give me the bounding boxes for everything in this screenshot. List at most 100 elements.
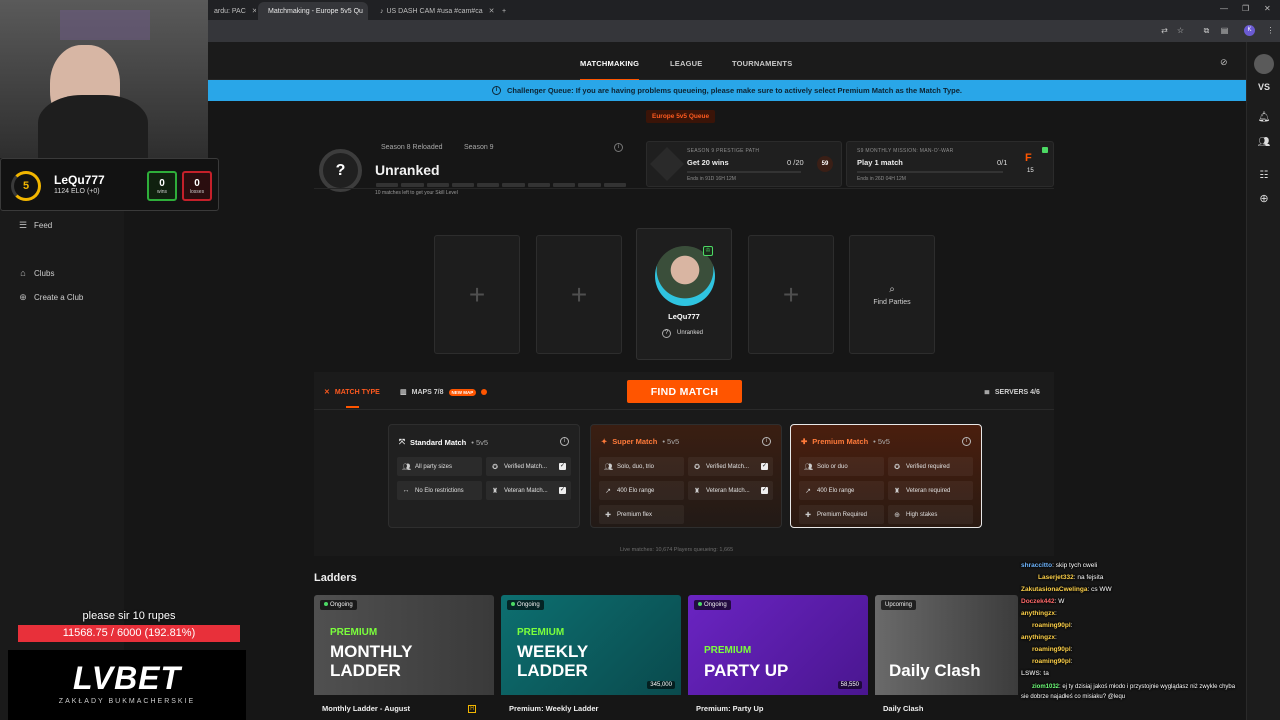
super-match-icon: ✦	[601, 437, 608, 446]
mission-card-monthly[interactable]: S9 MONTHLY MISSION: MAN-O'-WAR Play 1 ma…	[846, 141, 1054, 187]
feature-chip: ✚ Premium Required	[799, 505, 884, 524]
player-card[interactable]: ♔ LeQu777 ? Unranked	[636, 228, 732, 360]
mission-kicker: SEASON 9 PRESTIGE PATH	[687, 148, 760, 154]
ladder-prize-pool: 345,000	[647, 681, 675, 689]
close-tab-icon[interactable]: ✕	[363, 7, 368, 15]
checkbox-checked-icon[interactable]: ✓	[761, 463, 768, 470]
chat-message: ZakutasionaCwelinga: cs WW	[1021, 586, 1112, 593]
mission-goal: Get 20 wins	[687, 158, 729, 167]
ladder-status: Ongoing	[507, 600, 544, 610]
target-icon: ⊕	[894, 511, 900, 519]
new-tab-button[interactable]: +	[496, 2, 510, 20]
mission-progress-bar	[857, 171, 1003, 173]
bookmark-star-icon[interactable]: ☆	[1176, 26, 1185, 35]
mission-progress: 0/1	[997, 158, 1008, 167]
shield-off-icon[interactable]: ⊘	[1220, 57, 1228, 68]
browser-tab[interactable]: ardu: PAC ✕	[208, 2, 256, 20]
mission-ends: Ends in 91D 16H 12M	[687, 176, 736, 182]
close-window-icon[interactable]: ✕	[1264, 4, 1271, 13]
sidepanel-icon[interactable]: ▤	[1220, 26, 1229, 35]
trend-icon: ↗	[805, 487, 811, 495]
match-type-format: • 5v5	[662, 437, 680, 446]
premium-icon: ✚	[605, 511, 611, 519]
ladder-card-daily-clash[interactable]: Upcoming Daily Clash Daily Clash	[875, 595, 1018, 720]
add-player-slot[interactable]: +	[748, 235, 834, 354]
chat-message: roaming90pl:	[1032, 658, 1073, 665]
translate-icon[interactable]: ⇄	[1160, 26, 1169, 35]
browser-tab-active[interactable]: Matchmaking - Europe 5v5 Qu✕	[258, 2, 368, 20]
add-player-slot[interactable]: +	[434, 235, 520, 354]
mission-card-prestige[interactable]: SEASON 9 PRESTIGE PATH Get 20 wins 0 /20…	[646, 141, 842, 187]
tab-season-9[interactable]: Season 9	[464, 144, 494, 151]
tab-season-8[interactable]: Season 8 Reloaded	[381, 144, 443, 151]
extensions-icon[interactable]: ⧉	[1202, 26, 1211, 35]
feature-label: Veteran Match...	[504, 487, 548, 494]
menu-icon[interactable]: ⋮	[1266, 26, 1275, 35]
nav-matchmaking[interactable]: MATCHMAKING	[580, 59, 640, 81]
faceit-stats-widget: 5 LeQu777 1124 ELO (+0) 0 wins 0 losses	[0, 158, 219, 211]
nav-tournaments[interactable]: TOURNAMENTS	[732, 59, 792, 68]
ladder-name: Premium: Party Up	[696, 704, 764, 713]
ladder-card-party-up[interactable]: Ongoing PREMIUM PARTY UP 58,550 Premium:…	[688, 595, 868, 720]
feature-chip: 👥︎ Solo or duo	[799, 457, 884, 476]
add-player-slot[interactable]: +	[536, 235, 622, 354]
ladder-card-weekly[interactable]: Ongoing PREMIUM WEEKLY LADDER 345,000 Pre…	[501, 595, 681, 720]
party-icon[interactable]: ☷	[1247, 170, 1280, 181]
chat-message: roaming90pl:	[1032, 646, 1073, 653]
servers-tab[interactable]: ≣ SERVERS 4/6	[984, 388, 1040, 397]
feature-chip: ♜ Veteran Match... ✓	[486, 481, 571, 500]
match-type-super[interactable]: ✦ Super Match • 5v5 i 👥︎ Solo, duo, trio …	[590, 424, 782, 528]
mission-ends: Ends in 26D 04H 12M	[857, 176, 906, 182]
feature-chip: ⊕ High stakes	[888, 505, 973, 524]
info-icon[interactable]: i	[762, 437, 771, 446]
checkbox-checked-icon[interactable]: ✓	[559, 487, 566, 494]
vs-icon[interactable]: VS	[1247, 82, 1280, 92]
ladders-title: Ladders	[314, 572, 357, 584]
maximize-icon[interactable]: ❐	[1242, 4, 1249, 13]
info-icon[interactable]: i	[614, 143, 623, 152]
ladder-status: Ongoing	[320, 600, 357, 610]
feed-icon: ☰	[18, 220, 28, 230]
tab-title: Matchmaking - Europe 5v5 Qu	[268, 7, 363, 15]
find-parties-slot[interactable]: ⌕ Find Parties	[849, 235, 935, 354]
nav-league[interactable]: LEAGUE	[670, 59, 702, 68]
mission-goal: Play 1 match	[857, 158, 903, 167]
friends-icon[interactable]: 👥︎	[1247, 137, 1280, 148]
match-type-header: ✚ Premium Match • 5v5	[801, 437, 890, 446]
info-icon[interactable]: i	[560, 437, 569, 446]
feature-label: Verified Match...	[504, 463, 548, 470]
close-tab-icon[interactable]: ✕	[246, 7, 256, 15]
chat-message: ziom1032: ej ty dzisiaj jakoś młodo i pr…	[1032, 684, 1236, 690]
ladder-banner	[875, 595, 1018, 695]
ladder-card-monthly[interactable]: Ongoing PREMIUM MONTHLY LADDER Monthly La…	[314, 595, 494, 720]
find-match-button[interactable]: FIND MATCH	[627, 380, 742, 403]
sidebar-item-feed[interactable]: ☰ Feed	[18, 220, 52, 230]
match-type-standard[interactable]: ⤧ Standard Match • 5v5 i 👥︎ All party siz…	[388, 424, 580, 528]
match-type-tab[interactable]: ✕ MATCH TYPE	[324, 388, 380, 397]
sponsor-logo: LVBET	[72, 660, 182, 696]
checkbox-checked-icon[interactable]: ✓	[559, 463, 566, 470]
match-type-premium-selected[interactable]: ✚ Premium Match • 5v5 i 👥︎ Solo or duo ✪ V…	[790, 424, 982, 528]
ladder-prize-pool: 58,550	[837, 681, 862, 689]
add-circle-icon[interactable]: ⊕	[1247, 192, 1280, 205]
minimize-icon[interactable]: —	[1220, 4, 1228, 13]
feature-label: No Elo restrictions	[415, 487, 464, 494]
feature-chip: 👥︎ Solo, duo, trio	[599, 457, 684, 476]
party-icon: 👥︎	[402, 463, 411, 471]
close-tab-icon[interactable]: ✕	[483, 7, 494, 15]
sidebar-item-clubs[interactable]: ⌂ Clubs	[18, 268, 54, 278]
maps-tab[interactable]: ▥ MAPS 7/8 NEW MAP	[400, 388, 488, 396]
sidebar-item-create-club[interactable]: ⊕ Create a Club	[18, 292, 83, 302]
streamer-shirt	[38, 95, 148, 158]
profile-avatar[interactable]: K	[1244, 25, 1255, 36]
user-avatar[interactable]	[1254, 54, 1274, 74]
ladder-name: Monthly Ladder - August	[322, 704, 411, 713]
browser-tab[interactable]: ♪ US DASH CAM #usa #cam#ca ✕	[374, 2, 494, 20]
info-icon[interactable]: i	[962, 437, 971, 446]
match-type-format: • 5v5	[471, 437, 489, 447]
wins-count: 0	[159, 178, 165, 189]
feature-label: Solo or duo	[817, 463, 848, 470]
ladder-status: Upcoming	[881, 600, 917, 610]
checkbox-checked-icon[interactable]: ✓	[761, 487, 768, 494]
notifications-icon[interactable]: 🔔︎	[1247, 112, 1280, 123]
